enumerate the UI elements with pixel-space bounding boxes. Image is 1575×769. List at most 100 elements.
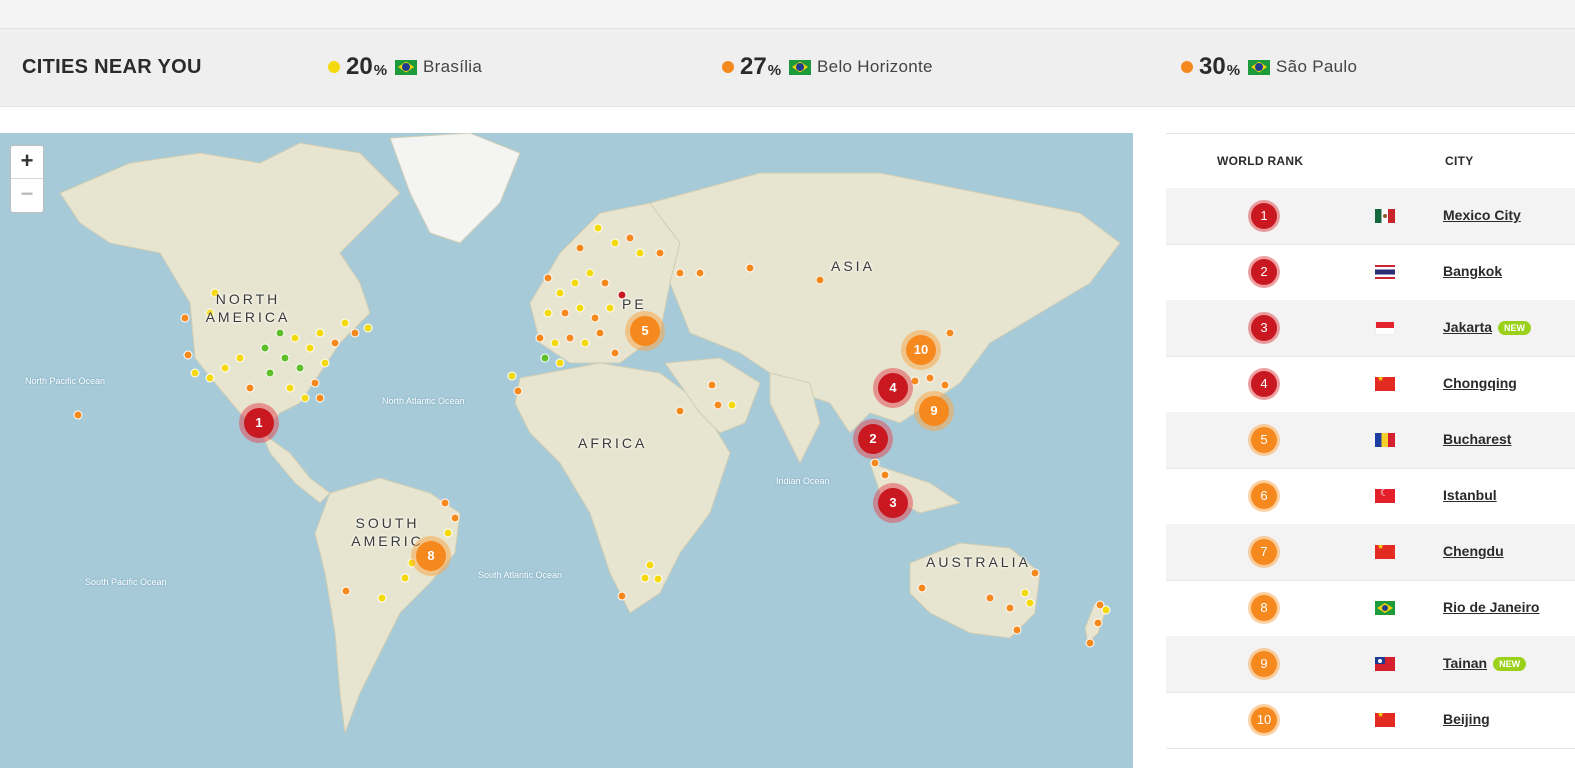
china-flag-icon [1375,545,1395,559]
map-cluster-9[interactable]: 9 [919,396,949,426]
near-city-name: Brasília [423,57,483,76]
rank-badge: 4 [1251,371,1277,397]
near-city-sao-paulo[interactable]: 30 % São Paulo [1181,52,1357,82]
thailand-flag-icon [1375,265,1395,279]
world-rank-header: WORLD RANK [1217,154,1304,168]
zoom-control: + − [10,145,44,213]
table-row[interactable]: 1 Mexico City [1166,188,1575,245]
rank-table-header: WORLD RANK CITY [1166,134,1575,189]
city-name: Mexico City [1443,207,1521,223]
pollution-dot-icon [328,61,340,73]
china-flag-icon [1375,377,1395,391]
near-city-name: São Paulo [1276,57,1358,76]
indonesia-flag-icon [1375,321,1395,335]
world-rank-panel: WORLD RANK CITY 1 Mexico City 2 Bangkok … [1166,133,1575,769]
top-strip [0,0,1575,29]
europe-label: PE [622,296,647,312]
city-name: Bucharest [1443,431,1512,447]
greenland-land [389,133,521,244]
map-cluster-3[interactable]: 3 [878,488,908,518]
table-row[interactable]: 4 Chongqing [1166,356,1575,413]
map-cluster-5[interactable]: 5 [630,316,660,346]
percent-sign: % [767,61,782,79]
city-link[interactable]: Jakarta NEW [1443,319,1532,336]
new-badge: NEW [1498,321,1532,336]
near-city-percent: 27 [740,53,767,80]
rank-badge: 9 [1251,651,1277,677]
pollution-dot-icon [1181,61,1193,73]
near-city-percent: 30 [1199,53,1226,80]
percent-sign: % [373,61,388,79]
indian-ocean-label: Indian Ocean [776,476,830,486]
city-header: CITY [1445,154,1474,168]
rank-badge: 10 [1251,707,1277,733]
table-row[interactable]: 6 Istanbul [1166,468,1575,525]
map-cluster-2[interactable]: 2 [858,424,888,454]
north-atlantic-label: North Atlantic Ocean [382,396,465,406]
pollution-dot-icon [722,61,734,73]
map-cluster-8[interactable]: 8 [416,541,446,571]
north-america-label: NORTH AMERICA [205,291,291,325]
city-name: Bangkok [1443,263,1503,279]
percent-sign: % [1226,61,1241,79]
table-row[interactable]: 7 Chengdu [1166,524,1575,581]
rank-badge: 3 [1251,315,1277,341]
city-link[interactable]: Rio de Janeiro [1443,599,1539,615]
map-cluster-10[interactable]: 10 [906,335,936,365]
table-row[interactable]: 8 Rio de Janeiro [1166,580,1575,637]
taiwan-flag-icon [1375,657,1395,671]
near-city-brasilia[interactable]: 20 % Brasília [328,52,482,82]
near-city-belo-horizonte[interactable]: 27 % Belo Horizonte [722,52,933,82]
africa-label: AFRICA [578,435,648,451]
north-america-land [59,142,401,434]
zoom-in-button[interactable]: + [11,146,43,179]
south-atlantic-label: South Atlantic Ocean [478,570,563,580]
brazil-flag-icon [395,59,418,75]
cities-near-you-title: CITIES NEAR YOU [22,56,202,78]
china-flag-icon [1375,713,1395,727]
city-link[interactable]: Bucharest [1443,431,1511,447]
city-link[interactable]: Tainan NEW [1443,655,1527,672]
table-row[interactable]: 2 Bangkok [1166,244,1575,301]
city-name: Tainan [1443,655,1488,671]
near-city-name: Belo Horizonte [817,57,933,76]
zoom-out-button[interactable]: − [11,179,43,211]
city-link[interactable]: Beijing [1443,711,1490,727]
city-name: Istanbul [1443,487,1497,503]
australia-label: AUSTRALIA [926,554,1031,570]
turkey-flag-icon [1375,489,1395,503]
table-row[interactable]: 5 Bucharest [1166,412,1575,469]
rank-badge: 2 [1251,259,1277,285]
brazil-flag-icon [1248,59,1271,75]
city-link[interactable]: Mexico City [1443,207,1521,223]
city-link[interactable]: Bangkok [1443,263,1502,279]
rank-badge: 8 [1251,595,1277,621]
asia-label: ASIA [831,258,875,274]
city-name: Chengdu [1443,543,1504,559]
city-name: Chongqing [1443,375,1517,391]
world-map[interactable]: NORTH AMERICA SOUTH AMERIC AFRICA ASIA P… [0,133,1133,768]
table-row[interactable]: 9 Tainan NEW [1166,636,1575,693]
rank-badge: 7 [1251,539,1277,565]
city-link[interactable]: Chengdu [1443,543,1504,559]
romania-flag-icon [1375,433,1395,447]
rank-badge: 5 [1251,427,1277,453]
map-cluster-1[interactable]: 1 [244,408,274,438]
central-america-land [260,431,331,504]
south-pacific-label: South Pacific Ocean [85,577,167,587]
city-link[interactable]: Istanbul [1443,487,1497,503]
table-row[interactable]: 3 Jakarta NEW [1166,300,1575,357]
city-link[interactable]: Chongqing [1443,375,1517,391]
brazil-flag-icon [789,59,812,75]
table-row[interactable]: 10 Beijing [1166,692,1575,749]
mexico-flag-icon [1375,209,1395,223]
brazil-flag-icon [1375,601,1395,615]
rank-badge: 1 [1251,203,1277,229]
map-base-layer [59,133,1121,734]
rank-badge: 6 [1251,483,1277,509]
city-name: Jakarta [1443,319,1493,335]
new-badge: NEW [1493,657,1527,672]
city-name: Beijing [1443,711,1490,727]
north-pacific-label: North Pacific Ocean [25,376,106,386]
map-cluster-4[interactable]: 4 [878,373,908,403]
